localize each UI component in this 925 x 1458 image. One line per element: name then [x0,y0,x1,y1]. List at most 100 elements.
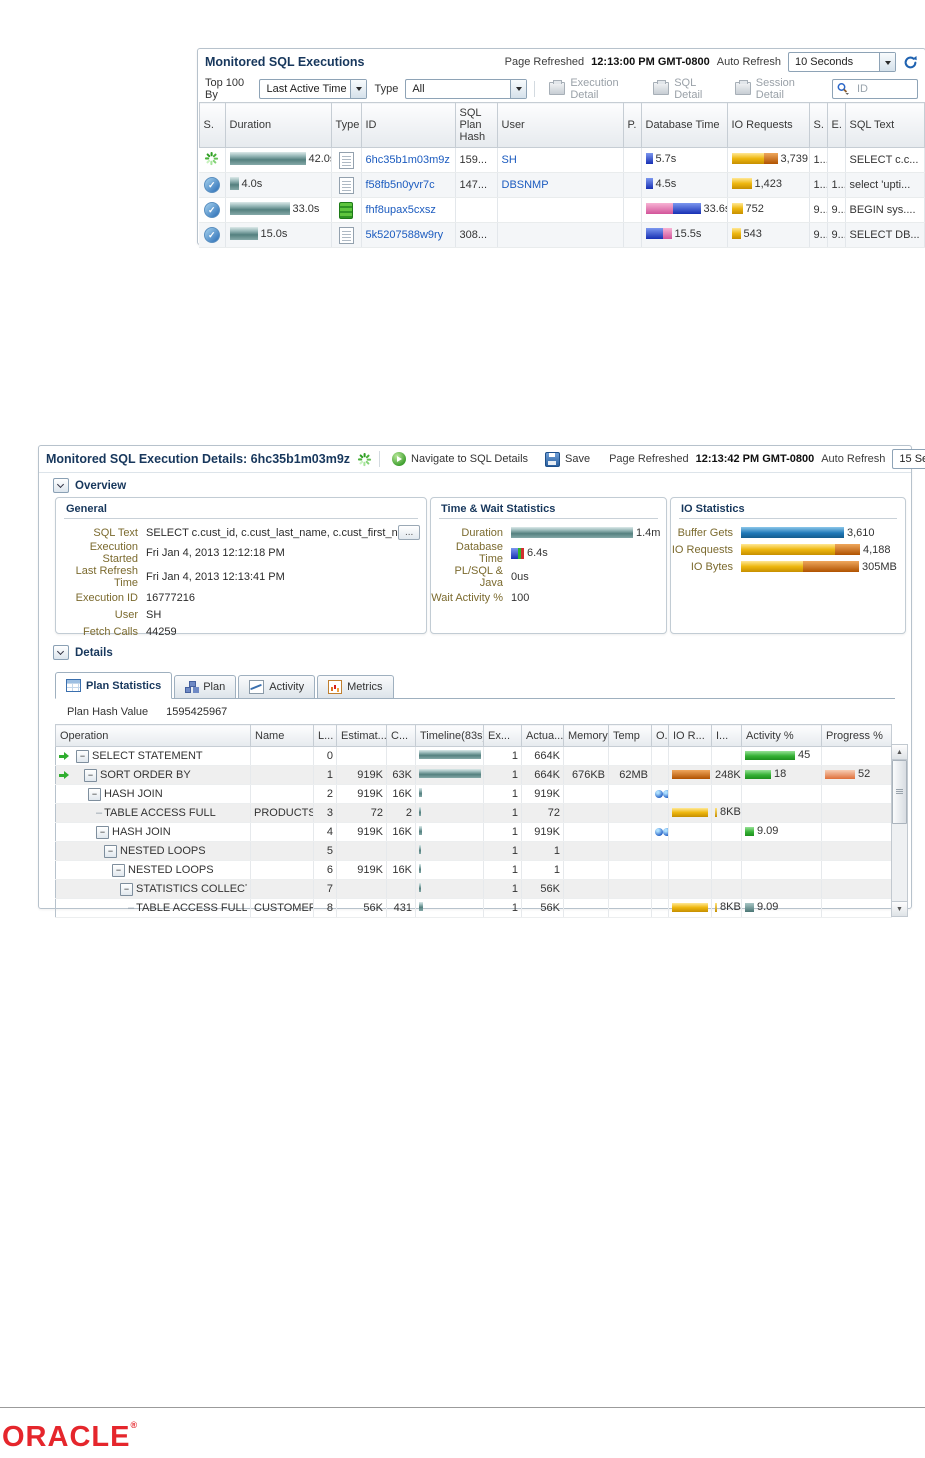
plan-row: NESTED LOOPS 5 11 [55,841,892,861]
tab-metrics[interactable]: Metrics [317,675,394,698]
vertical-scrollbar[interactable] [891,744,908,917]
user-link[interactable]: SH [502,154,517,166]
type-select[interactable]: All [405,78,528,99]
scroll-down-button[interactable] [892,901,907,916]
column-header[interactable]: I... [711,724,742,747]
column-header[interactable]: Type [330,102,362,148]
column-header[interactable]: Operation [55,724,251,747]
sql-execution-row[interactable]: 42.0s 6hc35b1m03m9z 159... SH 5.7s 3,7391... S… [199,147,925,173]
sql-text-expand-button[interactable]: ... [398,525,420,540]
column-header[interactable]: C... [386,724,416,747]
sql-id-link[interactable]: fhf8upax5cxsz [366,204,436,216]
column-header[interactable]: Timeline(83s) [415,724,484,747]
column-header[interactable]: SQL Text [844,102,925,148]
column-header[interactable]: P. [622,102,642,148]
column-header[interactable]: ID [360,102,456,148]
estimated-rows-cell: 919K [336,784,387,804]
type-value: All [412,82,425,95]
start-cell: 9... [809,197,828,223]
top-100-by-select[interactable]: Last Active Time [259,78,368,99]
column-header[interactable]: Progress % [821,724,892,747]
status-cell [199,222,226,248]
orange-bar-segment [763,153,778,165]
column-header[interactable]: Database Time [640,102,728,148]
chevron-down-icon[interactable] [510,79,527,98]
collapse-icon[interactable] [96,825,109,839]
in-progress-spinner-icon [204,151,219,166]
sql-execution-row[interactable]: 4.0s f58fb5n0yvr7c 147... DBSNMP 4.5s 1,423 1.… [199,172,925,198]
sql-id-link[interactable]: 5k5207588w9ry [366,229,444,241]
column-header[interactable]: Name [250,724,314,747]
session-detail-button[interactable]: Session Detail [728,77,818,101]
collapse-icon[interactable] [120,882,133,896]
sql-type-icon [338,226,354,244]
general-field-row: User SH [56,606,426,623]
scrollbar-thumb[interactable] [892,760,907,824]
sql-execution-row[interactable]: 15.0s 5k5207588w9ry 308... 15.5s 543 9...9...… [199,222,925,248]
collapse-icon[interactable] [112,863,125,877]
sql-execution-details-panel: Monitored SQL Execution Details: 6hc35b1… [38,445,925,918]
tab-plan[interactable]: Plan [174,675,237,698]
user-link[interactable]: SH [146,609,161,621]
estimated-rows-cell [336,746,387,766]
column-header[interactable]: IO Requests [726,102,810,148]
collapse-icon[interactable] [84,768,97,782]
column-header[interactable]: User [496,102,624,148]
search-box[interactable] [832,78,918,99]
duration-value: 4.0s [241,177,263,190]
tab-plan-statistics[interactable]: Plan Statistics [55,672,173,699]
column-header[interactable]: E. [826,102,846,148]
timeline-cell [415,746,484,766]
collapse-icon[interactable] [76,749,89,763]
io-box-title: IO Statistics [681,503,745,515]
cost-cell: 2 [386,803,416,823]
column-header[interactable]: S. [198,102,226,148]
column-header[interactable]: Memory [563,724,609,747]
navigate-to-sql-details-button[interactable]: Navigate to SQL Details [387,452,533,466]
sql-id-link[interactable]: f58fb5n0yvr7c [366,179,435,191]
auto-refresh-select[interactable]: 15 Seconds [892,449,925,469]
column-header[interactable]: Ex... [483,724,522,747]
value-bar [419,788,422,797]
completed-check-icon [203,227,220,243]
collapse-section-icon[interactable] [53,478,69,493]
value-bar [731,153,778,165]
io-bytes-cell [711,860,742,880]
panel-titlebar: Monitored SQL Executions Page Refreshed … [198,49,925,75]
tab-activity[interactable]: Activity [238,675,316,698]
auto-refresh-select[interactable]: 10 Seconds [788,52,896,72]
chevron-down-icon[interactable] [350,79,367,98]
io-bytes-cell [711,879,742,899]
operation-name: NESTED LOOPS [120,845,206,857]
io-bytes-cell: 248KB [711,765,742,785]
execution-detail-button[interactable]: Execution Detail [542,77,640,101]
progress-cell [821,822,892,842]
database-time-value: 5.7s [655,152,677,165]
save-button[interactable]: Save [540,451,595,467]
column-header[interactable]: S. [808,102,828,148]
column-header[interactable]: IO R... [668,724,712,747]
column-header[interactable]: Duration [224,102,332,148]
column-header[interactable]: Temp [608,724,652,747]
refresh-icon[interactable] [903,55,918,70]
column-header[interactable]: Activity % [741,724,822,747]
sql-detail-button[interactable]: SQL Detail [646,77,722,101]
column-header[interactable]: O. [651,724,669,747]
footer-divider [0,1407,925,1408]
column-header[interactable]: SQL Plan Hash [454,102,498,148]
collapse-section-icon[interactable] [53,645,69,660]
sql-id-link[interactable]: 6hc35b1m03m9z [366,154,450,166]
navigate-button-label: Navigate to SQL Details [411,453,529,465]
collapse-icon[interactable] [88,787,101,801]
user-link[interactable]: DBSNMP [502,179,549,191]
collapse-icon[interactable] [104,844,117,858]
scroll-up-button[interactable] [892,745,907,760]
column-header[interactable]: L... [313,724,337,747]
search-input[interactable] [855,81,901,96]
column-header[interactable]: Estimat... [336,724,387,747]
printer-icon [734,80,751,95]
value-bar [419,750,481,759]
column-header[interactable]: Actua... [521,724,564,747]
chevron-down-icon[interactable] [879,53,895,71]
sql-execution-row[interactable]: 33.0sfhf8upax5cxsz33.6s7529...9...BEGIN … [199,197,925,223]
